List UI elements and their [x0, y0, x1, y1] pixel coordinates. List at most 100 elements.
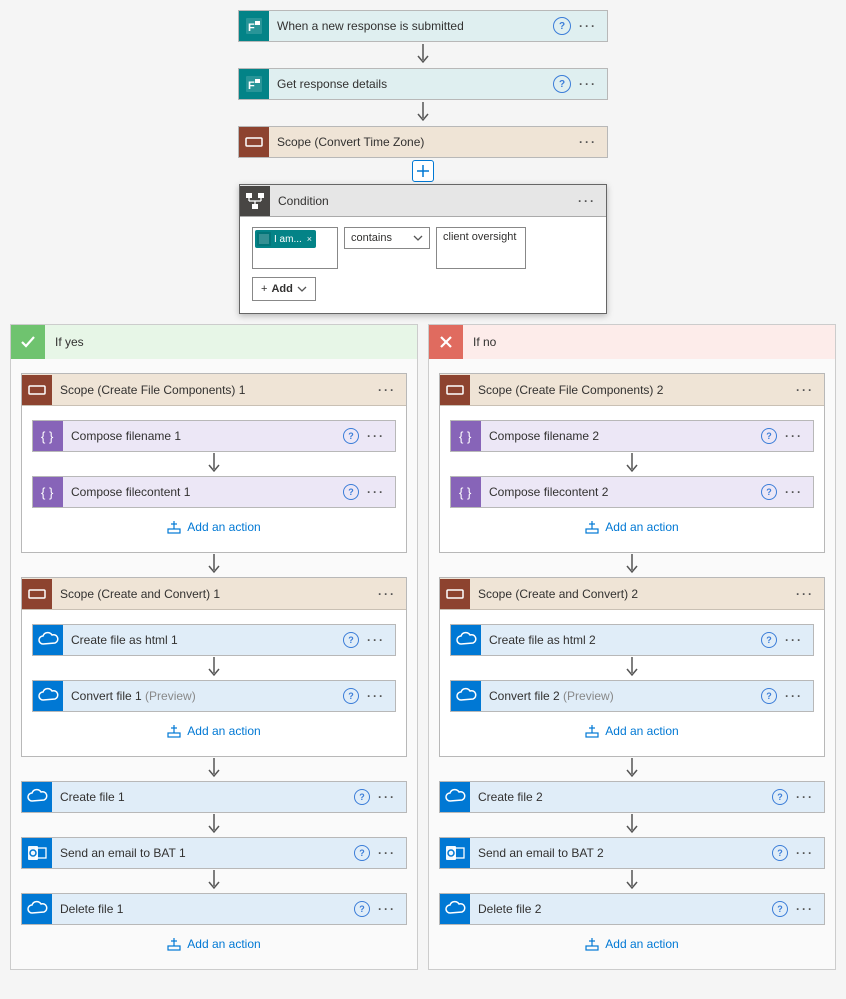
create-file-html-1[interactable]: Create file as html 1 ? ··· [32, 624, 396, 656]
menu-icon[interactable]: ··· [378, 846, 396, 860]
scope-convert-tz[interactable]: Scope (Convert Time Zone) ··· [238, 126, 608, 158]
help-icon[interactable]: ? [354, 845, 370, 861]
help-icon[interactable]: ? [772, 901, 788, 917]
branch-no-header: If no [429, 325, 835, 359]
menu-icon[interactable]: ··· [367, 429, 385, 443]
help-icon[interactable]: ? [553, 75, 571, 93]
scope-create-and-convert-2[interactable]: Scope (Create and Convert) 2 ··· Create … [439, 577, 825, 757]
help-icon[interactable]: ? [761, 428, 777, 444]
condition-icon [240, 186, 270, 216]
add-action-button[interactable]: Add an action [585, 724, 678, 738]
scope-icon [440, 579, 470, 609]
check-icon [11, 325, 45, 359]
compose-icon [451, 421, 481, 451]
help-icon[interactable]: ? [761, 632, 777, 648]
menu-icon[interactable]: ··· [785, 633, 803, 647]
menu-icon[interactable]: ··· [796, 846, 814, 860]
forms-icon [239, 11, 269, 41]
compose-filecontent-1[interactable]: Compose filecontent 1 ? ··· [32, 476, 396, 508]
scope-create-file-components-1[interactable]: Scope (Create File Components) 1 ··· Com… [21, 373, 407, 553]
cloud-icon [22, 894, 52, 924]
menu-icon[interactable]: ··· [796, 587, 814, 601]
compose-filename-2[interactable]: Compose filename 2 ? ··· [450, 420, 814, 452]
forms-icon [257, 232, 271, 246]
arrow-down-icon [417, 102, 429, 124]
menu-icon[interactable]: ··· [579, 77, 597, 91]
create-file-2[interactable]: Create file 2 ? ··· [439, 781, 825, 813]
arrow-down-icon [626, 454, 638, 474]
add-action-button[interactable]: Add an action [585, 520, 678, 534]
cloud-icon [451, 681, 481, 711]
menu-icon[interactable]: ··· [785, 429, 803, 443]
add-action-button[interactable]: Add an action [167, 937, 260, 951]
delete-file-1[interactable]: Delete file 1 ? ··· [21, 893, 407, 925]
cloud-icon [451, 625, 481, 655]
create-file-html-2[interactable]: Create file as html 2 ? ··· [450, 624, 814, 656]
menu-icon[interactable]: ··· [378, 383, 396, 397]
get-details-title: Get response details [269, 77, 553, 91]
help-icon[interactable]: ? [772, 789, 788, 805]
delete-file-2[interactable]: Delete file 2 ? ··· [439, 893, 825, 925]
help-icon[interactable]: ? [553, 17, 571, 35]
menu-icon[interactable]: ··· [785, 689, 803, 703]
trigger-card[interactable]: When a new response is submitted ? ··· [238, 10, 608, 42]
arrow-down-icon [417, 44, 429, 66]
action-title: Delete file 1 [52, 902, 354, 916]
send-email-2[interactable]: Send an email to BAT 2 ? ··· [439, 837, 825, 869]
condition-card[interactable]: Condition ··· I am... × contains [239, 184, 607, 314]
token-label: I am... [274, 234, 302, 245]
menu-icon[interactable]: ··· [378, 587, 396, 601]
convert-file-1[interactable]: Convert file 1 (Preview) ? ··· [32, 680, 396, 712]
condition-value-input[interactable]: client oversight [436, 227, 526, 269]
send-email-1[interactable]: Send an email to BAT 1 ? ··· [21, 837, 407, 869]
menu-icon[interactable]: ··· [785, 485, 803, 499]
menu-icon[interactable]: ··· [796, 383, 814, 397]
condition-add-button[interactable]: + Add [252, 277, 316, 301]
trigger-title: When a new response is submitted [269, 19, 553, 33]
menu-icon[interactable]: ··· [367, 689, 385, 703]
help-icon[interactable]: ? [343, 428, 359, 444]
menu-icon[interactable]: ··· [579, 19, 597, 33]
action-title: Send an email to BAT 2 [470, 846, 772, 860]
menu-icon[interactable]: ··· [578, 194, 596, 208]
action-title: Compose filecontent 1 [63, 485, 343, 499]
help-icon[interactable]: ? [761, 688, 777, 704]
help-icon[interactable]: ? [772, 845, 788, 861]
arrow-down-icon [208, 658, 220, 678]
menu-icon[interactable]: ··· [796, 790, 814, 804]
add-label: Add [271, 283, 292, 295]
condition-operator-select[interactable]: contains [344, 227, 430, 249]
menu-icon[interactable]: ··· [796, 902, 814, 916]
cloud-icon [33, 681, 63, 711]
compose-filecontent-2[interactable]: Compose filecontent 2 ? ··· [450, 476, 814, 508]
outlook-icon [22, 838, 52, 868]
dynamic-token[interactable]: I am... × [255, 230, 316, 248]
help-icon[interactable]: ? [343, 632, 359, 648]
condition-left-input[interactable]: I am... × [252, 227, 338, 269]
insert-step-button[interactable] [412, 160, 434, 182]
compose-filename-1[interactable]: Compose filename 1 ? ··· [32, 420, 396, 452]
menu-icon[interactable]: ··· [378, 790, 396, 804]
menu-icon[interactable]: ··· [367, 633, 385, 647]
help-icon[interactable]: ? [354, 789, 370, 805]
help-icon[interactable]: ? [354, 901, 370, 917]
menu-icon[interactable]: ··· [367, 485, 385, 499]
scope-tz-title: Scope (Convert Time Zone) [269, 135, 579, 149]
add-action-button[interactable]: Add an action [585, 937, 678, 951]
scope-create-file-components-2[interactable]: Scope (Create File Components) 2 ··· Com… [439, 373, 825, 553]
get-details-card[interactable]: Get response details ? ··· [238, 68, 608, 100]
menu-icon[interactable]: ··· [579, 135, 597, 149]
help-icon[interactable]: ? [761, 484, 777, 500]
plus-icon: + [261, 283, 267, 295]
help-icon[interactable]: ? [343, 688, 359, 704]
create-file-1[interactable]: Create file 1 ? ··· [21, 781, 407, 813]
branch-no: If no Scope (Create File Components) 2 ·… [428, 324, 836, 970]
convert-file-2[interactable]: Convert file 2 (Preview) ? ··· [450, 680, 814, 712]
scope-create-and-convert-1[interactable]: Scope (Create and Convert) 1 ··· Create … [21, 577, 407, 757]
add-action-button[interactable]: Add an action [167, 520, 260, 534]
menu-icon[interactable]: ··· [378, 902, 396, 916]
action-title: Delete file 2 [470, 902, 772, 916]
add-action-button[interactable]: Add an action [167, 724, 260, 738]
help-icon[interactable]: ? [343, 484, 359, 500]
remove-token-icon[interactable]: × [307, 234, 312, 244]
